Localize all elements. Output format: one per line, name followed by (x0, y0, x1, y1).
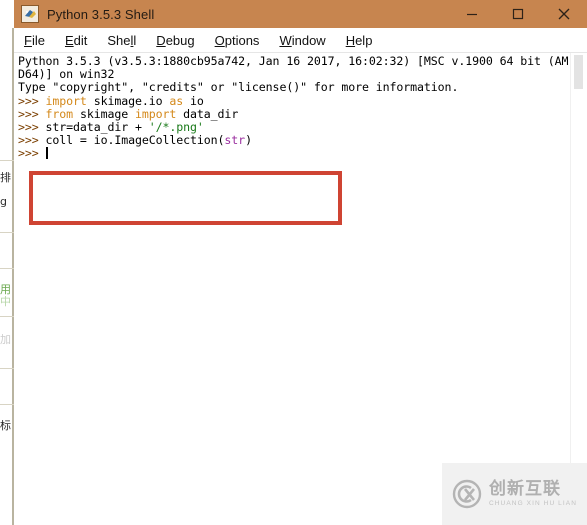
watermark-en-text: CHUANG XIN HU LIAN (488, 499, 578, 507)
background-glyph: 用 (0, 284, 11, 296)
minimize-button[interactable] (449, 0, 495, 28)
cx-circle-logo (452, 479, 482, 509)
background-divider (0, 232, 14, 233)
console-input-line: >>> coll = io.ImageCollection(str) (18, 133, 252, 148)
python-idle-window: Python 3.5.3 Shell File Edit Shell Debug Opt… (14, 0, 587, 463)
background-glyph: 排 (0, 172, 11, 184)
console-input-line: >>> (18, 146, 48, 161)
background-glyph: g (0, 196, 7, 208)
background-glyph: 标 (0, 420, 11, 432)
menu-item-help[interactable]: Help (346, 33, 373, 48)
screenshot-root: 排g 用中加标 Python 3.5.3 Shell File Edit Shel… (0, 0, 587, 525)
maximize-button[interactable] (495, 0, 541, 28)
menu-item-shell[interactable]: Shell (107, 33, 136, 48)
background-glyph: 加 (0, 334, 11, 346)
console-output: Python 3.5.3 (v3.5.3:1880cb95a742, Jan 1… (18, 54, 570, 161)
window-title: Python 3.5.3 Shell (47, 6, 155, 22)
menu-item-window[interactable]: Window (279, 33, 325, 48)
text-cursor (45, 147, 48, 160)
menu-item-file[interactable]: File (24, 33, 45, 48)
background-divider (0, 160, 14, 161)
background-divider (0, 316, 14, 317)
python-idle-icon (21, 5, 39, 23)
title-bar[interactable]: Python 3.5.3 Shell (14, 0, 587, 28)
scrollbar-thumb[interactable] (574, 55, 583, 89)
background-divider (0, 404, 14, 405)
close-button[interactable] (541, 0, 587, 28)
shell-console[interactable]: Python 3.5.3 (v3.5.3:1880cb95a742, Jan 1… (14, 53, 587, 463)
background-divider (0, 268, 14, 269)
console-scrollbar[interactable] (570, 53, 587, 463)
annotation-rectangle (29, 171, 342, 225)
menu-item-edit[interactable]: Edit (65, 33, 87, 48)
menu-bar[interactable]: File Edit Shell Debug Options Window Help (14, 28, 587, 53)
background-divider (0, 368, 14, 369)
menu-item-debug[interactable]: Debug (156, 33, 194, 48)
background-glyph: 中 (0, 296, 11, 308)
menu-item-options[interactable]: Options (215, 33, 260, 48)
watermark-cn-text: 创新互联 (488, 478, 561, 499)
watermark: 创新互联 CHUANG XIN HU LIAN (442, 463, 587, 525)
